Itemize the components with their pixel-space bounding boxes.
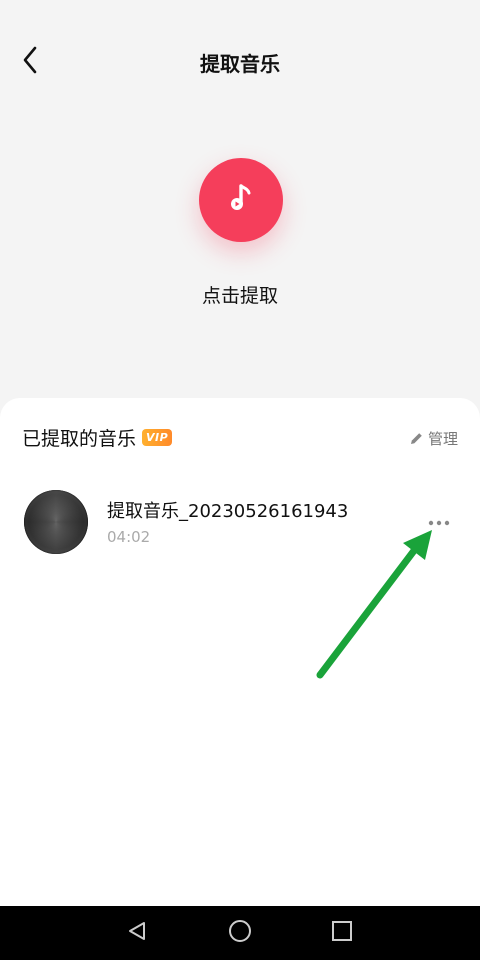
- music-note-icon: [229, 183, 253, 217]
- screen: 提取音乐 点击提取 已提取的音乐 VIP 管理 提取音乐_20230526161…: [0, 0, 480, 960]
- manage-label: 管理: [427, 430, 458, 448]
- extract-label: 点击提取: [201, 285, 278, 307]
- nav-home-button[interactable]: [225, 918, 255, 948]
- page-title: 提取音乐: [200, 52, 280, 76]
- back-triangle-icon: [126, 920, 148, 946]
- extract-button[interactable]: [199, 158, 283, 242]
- header: 提取音乐: [0, 0, 480, 120]
- nav-recents-button[interactable]: [327, 918, 357, 948]
- music-list-item[interactable]: 提取音乐_20230526161943 04:02: [22, 490, 458, 556]
- more-dots-icon: [428, 511, 450, 530]
- more-button[interactable]: [424, 508, 454, 532]
- vip-badge: VIP: [142, 429, 173, 446]
- manage-button[interactable]: 管理: [409, 428, 458, 449]
- extracted-music-card: 已提取的音乐 VIP 管理 提取音乐_20230526161943 04:02: [0, 398, 480, 906]
- music-name: 提取音乐_20230526161943: [107, 501, 349, 522]
- album-disc-icon: [24, 490, 88, 554]
- home-circle-icon: [228, 919, 252, 947]
- recents-square-icon: [331, 920, 353, 946]
- section-header: 已提取的音乐 VIP: [22, 424, 173, 451]
- nav-back-button[interactable]: [122, 918, 152, 948]
- pencil-icon: [409, 431, 424, 446]
- music-duration: 04:02: [107, 528, 151, 546]
- system-nav-bar: [0, 906, 480, 960]
- section-title: 已提取的音乐: [22, 428, 137, 450]
